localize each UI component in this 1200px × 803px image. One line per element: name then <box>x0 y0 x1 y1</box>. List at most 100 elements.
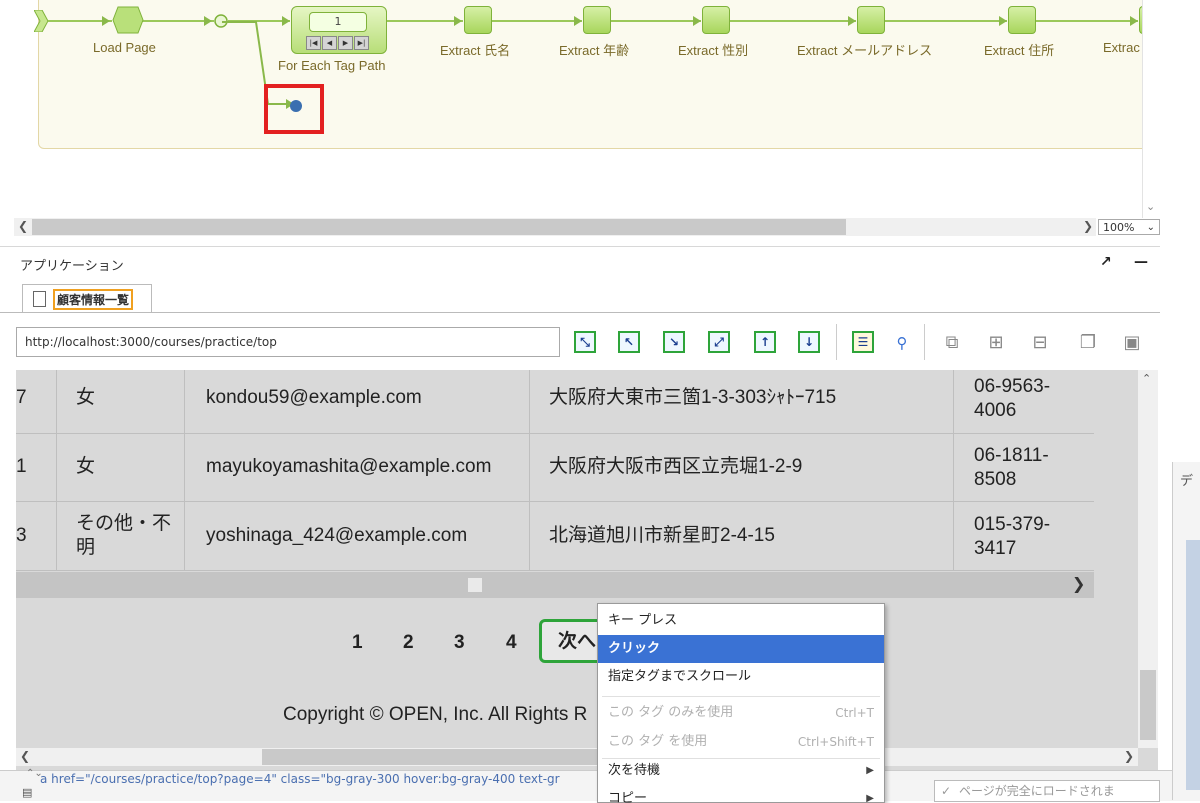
panel-divider <box>0 246 1160 247</box>
chevron-up-icon[interactable]: ⌃ <box>1142 372 1151 385</box>
menu-item-scroll-to-tag[interactable]: 指定タグまでスクロール <box>598 663 884 691</box>
arrow-down-icon[interactable]: ↓ <box>798 331 820 353</box>
tabbar-line <box>0 312 1160 313</box>
arrow-up-left-icon[interactable]: ↖ <box>618 331 640 353</box>
toolbar-separator <box>924 324 925 360</box>
menu-item-copy[interactable]: コピー ▶ <box>598 785 884 803</box>
panel-title: アプリケーション <box>20 259 124 274</box>
zoom-window-icon[interactable]: ▣ <box>1118 329 1146 357</box>
extract-gender-node[interactable] <box>702 6 730 34</box>
delete-window-icon[interactable]: ⊟ <box>1026 329 1054 357</box>
html-path-text: a href="/courses/practice/top?page=4" cl… <box>40 772 560 786</box>
page-link-3[interactable]: 3 <box>454 632 465 654</box>
row-divider <box>16 501 1094 502</box>
loop-first-icon[interactable]: |◀ <box>306 36 321 50</box>
extract-next-label: Extrac <box>1103 40 1140 55</box>
loop-prev-icon[interactable]: ◀ <box>322 36 337 50</box>
menu-item-key-press[interactable]: キー プレス <box>598 607 884 635</box>
pop-out-icon[interactable]: ↗ <box>1100 254 1112 270</box>
scroll-right-icon[interactable]: ❯ <box>1072 574 1085 593</box>
stack-windows-icon[interactable]: ❐ <box>1074 329 1102 357</box>
workflow-connector <box>385 20 463 22</box>
tab-customer-list[interactable]: 顧客情報一覧 <box>22 284 152 312</box>
start-chevron-icon <box>34 10 48 32</box>
expand-up-left-icon[interactable]: ⤡ <box>574 331 596 353</box>
page-link-4[interactable]: 4 <box>506 632 517 654</box>
page-link-2[interactable]: 2 <box>403 632 414 654</box>
arrow-right-icon <box>102 16 110 26</box>
menu-item-shortcut: Ctrl+T <box>835 706 874 720</box>
arrow-down-right-icon[interactable]: ↘ <box>663 331 685 353</box>
workflow-designer: 1 |◀ ◀ ▶ ▶| Load Page For Each Tag Path … <box>0 0 1161 240</box>
arrow-right-icon <box>693 16 701 26</box>
zoom-value: 100% <box>1103 221 1135 234</box>
row-divider <box>16 570 1094 571</box>
loop-counter: 1 <box>309 12 367 32</box>
tab-label: 顧客情報一覧 <box>53 289 134 310</box>
page-link-1[interactable]: 1 <box>352 632 363 654</box>
cell-address: 北海道旭川市新星町2-4-15 <box>549 525 775 546</box>
cell-phone: 06-9563- 4006 <box>974 375 1050 423</box>
menu-item-label: この タグ を使用 <box>608 734 708 749</box>
designer-hscroll-thumb[interactable] <box>32 219 846 235</box>
arrow-up-icon[interactable]: ↑ <box>754 331 776 353</box>
loop-last-icon[interactable]: ▶| <box>354 36 369 50</box>
url-input[interactable]: http://localhost:3000/courses/practice/t… <box>16 327 560 357</box>
scroll-right-icon[interactable]: ❯ <box>1124 749 1134 763</box>
menu-item-label: 指定タグまでスクロール <box>608 669 752 684</box>
expand-down-right-icon[interactable]: ⤢ <box>708 331 730 353</box>
cell-gender: 女 <box>76 387 96 408</box>
load-page-label: Load Page <box>93 40 156 55</box>
for-each-label: For Each Tag Path <box>278 58 386 73</box>
table-hscroll[interactable]: ❯ <box>16 572 1094 598</box>
menu-item-label: 次を待機 <box>608 763 661 778</box>
cell-phone-line: 015-379- <box>974 514 1051 535</box>
col-divider <box>529 370 530 570</box>
arrow-right-icon <box>848 16 856 26</box>
loop-next-icon[interactable]: ▶ <box>338 36 353 50</box>
scroll-right-icon[interactable]: ❯ <box>1083 219 1093 233</box>
extract-age-node[interactable] <box>583 6 611 34</box>
window-icon[interactable]: ⧉ <box>938 329 966 357</box>
extract-name-node[interactable] <box>464 6 492 34</box>
embedded-browser[interactable]: 7 女 kondou59@example.com 大阪府大東市三箇1-3-303… <box>16 370 1158 770</box>
menu-item-use-this-tag[interactable]: この タグ を使用 Ctrl+Shift+T <box>598 728 884 756</box>
zoom-select[interactable]: 100% ⌄ <box>1098 219 1160 235</box>
cell-phone-line: 3417 <box>974 538 1017 559</box>
scroll-left-icon[interactable]: ❮ <box>18 219 28 233</box>
chevron-down-icon[interactable]: ⌄ <box>1146 200 1155 213</box>
add-window-icon[interactable]: ⊞ <box>982 329 1010 357</box>
cell-address: 大阪府大東市三箇1-3-303ｼｬﾄｰ715 <box>549 387 837 408</box>
load-page-node[interactable] <box>112 6 144 34</box>
side-panel-bar[interactable] <box>1186 540 1200 790</box>
page-icon <box>33 291 46 307</box>
cell-address: 大阪府大阪市西区立売堀1-2-9 <box>549 456 803 477</box>
page-load-wait-option[interactable]: ✓ ページが完全にロードされま <box>934 780 1160 802</box>
cell-gender-line: その他・不 <box>76 513 172 534</box>
document-icon[interactable]: ☰ <box>852 331 874 353</box>
col-divider <box>953 370 954 570</box>
menu-item-use-only-this-tag[interactable]: この タグ のみを使用 Ctrl+T <box>598 699 884 727</box>
table-hscroll-thumb[interactable] <box>468 578 482 592</box>
menu-item-click[interactable]: クリック <box>598 635 884 663</box>
arrow-right-icon <box>1130 16 1138 26</box>
minimize-icon[interactable]: — <box>1134 254 1148 270</box>
arrow-right-icon <box>454 16 462 26</box>
menu-item-wait-for-next[interactable]: 次を待機 ▶ <box>598 757 884 785</box>
extract-email-label: Extract メールアドレス <box>797 43 933 58</box>
menu-item-shortcut: Ctrl+Shift+T <box>797 735 874 749</box>
col-divider <box>56 370 57 570</box>
scroll-left-icon[interactable]: ❮ <box>20 749 30 763</box>
cell-phone: 06-1811- 8508 <box>974 444 1049 492</box>
menu-item-label: コピー <box>608 791 648 803</box>
extract-email-node[interactable] <box>857 6 885 34</box>
row-divider <box>16 433 1094 434</box>
designer-vscroll[interactable] <box>1142 0 1161 218</box>
workflow-connector <box>883 20 1007 22</box>
arrow-right-icon <box>574 16 582 26</box>
search-icon[interactable]: ⚲ <box>888 329 916 357</box>
extract-address-node[interactable] <box>1008 6 1036 34</box>
browser-vscroll-thumb[interactable] <box>1140 670 1156 740</box>
file-icon: ▤ <box>22 786 33 799</box>
toolbar-separator <box>836 324 837 360</box>
